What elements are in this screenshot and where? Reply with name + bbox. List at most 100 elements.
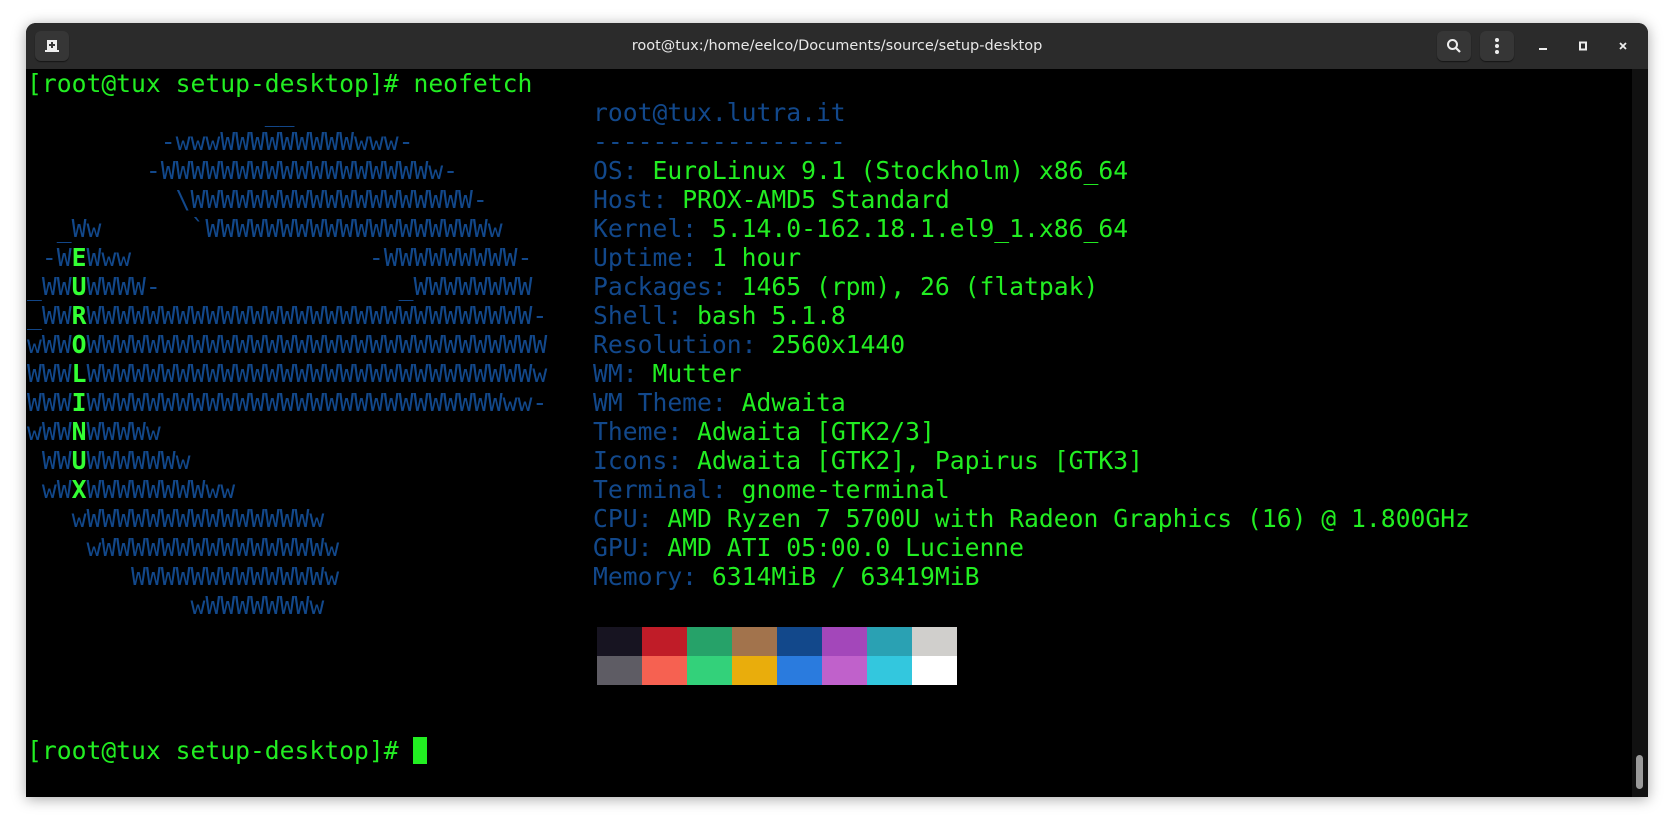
info-line: Uptime: 1 hour (593, 243, 801, 272)
info-label: Memory: (593, 562, 698, 591)
info-line: Packages: 1465 (rpm), 26 (flatpak) (593, 272, 1098, 301)
logo-letter: O (71, 330, 87, 359)
logo-row: __ (27, 98, 295, 127)
logo-text: wWW (27, 417, 72, 446)
logo-row: _Ww `WWWWWWWWWWWWWWWWWWWw (27, 214, 503, 243)
info-value: EuroLinux 9.1 (Stockholm) x86_64 (637, 156, 1129, 185)
color-swatch (867, 627, 912, 656)
terminal-output[interactable]: [root@tux setup-desktop]# neofetch __ -w… (26, 69, 1632, 797)
color-swatch (912, 656, 957, 685)
info-value: gnome-terminal (726, 475, 950, 504)
info-value: 1 hour (697, 243, 802, 272)
info-value: 6314MiB / 63419MiB (697, 562, 980, 591)
logo-text: wWW (27, 330, 72, 359)
logo-row: wWWWWWWWw (27, 591, 324, 620)
prompt: [root@tux setup-desktop]# (27, 736, 414, 765)
logo-text: WWWWWWWWWWWWWWWWWWWWWWWWWWWWww- (86, 388, 548, 417)
logo-text: -W (27, 243, 72, 272)
info-value: bash 5.1.8 (682, 301, 846, 330)
logo-letter: U (71, 446, 87, 475)
info-value: 5.14.0-162.18.1.el9_1.x86_64 (697, 214, 1129, 243)
close-icon (1619, 42, 1627, 50)
logo-row: wWWWWWWWWWWWWWWWw (27, 504, 325, 533)
logo-letter: N (71, 417, 87, 446)
logo-row: WWWWWWWWWWWWWw (27, 562, 339, 591)
terminal-window: root@tux:/home/eelco/Documents/source/se… (26, 23, 1648, 797)
info-value: PROX-AMD5 Standard (667, 185, 950, 214)
logo-row: -wwwWWWWWWWWWwww- (27, 127, 414, 156)
logo-row: \WWWWWWWWWWWWWWWWWWW- (27, 185, 488, 214)
prompt: [root@tux setup-desktop]# (27, 69, 414, 98)
new-tab-button[interactable] (35, 31, 69, 61)
color-swatch (642, 627, 687, 656)
minimize-icon (1539, 48, 1547, 50)
new-tab-icon (45, 40, 59, 52)
info-line: Resolution: 2560x1440 (593, 330, 905, 359)
info-line: Host: PROX-AMD5 Standard (593, 185, 950, 214)
logo-letter: L (71, 359, 87, 388)
logo-text: WWWWWWWWWWWWWWWWWWWWWWWWWWWWWW- (86, 301, 548, 330)
logo-text: -wwwWWWWWWWWWwww- (27, 127, 414, 156)
logo-text: Www -WWWWWWWWW- (86, 243, 533, 272)
logo-row: WWUWWWWWWw (27, 446, 191, 475)
logo-text: _Ww `WWWWWWWWWWWWWWWWWWWw (27, 214, 503, 243)
logo-row: _WWRWWWWWWWWWWWWWWWWWWWWWWWWWWWWWW- (27, 301, 547, 330)
logo-text: _WW (27, 301, 72, 330)
info-line: Theme: Adwaita [GTK2/3] (593, 417, 935, 446)
color-swatch (822, 656, 867, 685)
logo-letter: I (71, 388, 87, 417)
color-swatch (867, 656, 912, 685)
info-label: Kernel: (593, 214, 698, 243)
info-value: Mutter (637, 359, 742, 388)
scrollbar[interactable] (1632, 69, 1648, 797)
title-bar[interactable]: root@tux:/home/eelco/Documents/source/se… (26, 23, 1648, 70)
info-value: 1465 (rpm), 26 (flatpak) (726, 272, 1099, 301)
info-label: WM Theme: (593, 388, 727, 417)
info-label: Shell: (593, 301, 683, 330)
color-swatch (822, 627, 867, 656)
info-label: Icons: (593, 446, 683, 475)
logo-row: _WWUWWWW- _WWWWWWWW (27, 272, 532, 301)
color-swatch (687, 627, 732, 656)
logo-text: WWWWWWw (86, 446, 191, 475)
info-value: AMD Ryzen 7 5700U with Radeon Graphics (… (652, 504, 1470, 533)
info-label: Theme: (593, 417, 683, 446)
info-value: Adwaita (726, 388, 846, 417)
logo-text: WWWWWWWWWWWWWw (27, 562, 340, 591)
input-line[interactable]: [root@tux setup-desktop]# (27, 736, 428, 765)
scrollbar-thumb[interactable] (1636, 755, 1643, 789)
color-swatch (597, 656, 642, 685)
color-swatch (732, 627, 777, 656)
search-button[interactable] (1437, 31, 1471, 61)
minimize-button[interactable] (1531, 34, 1555, 58)
window-title: root@tux:/home/eelco/Documents/source/se… (631, 38, 1043, 54)
logo-text: WWWWWWWWWWWWWWWWWWWWWWWWWWWWWWW (86, 330, 548, 359)
info-line: Memory: 6314MiB / 63419MiB (593, 562, 979, 591)
info-label: Host: (593, 185, 668, 214)
logo-row: WWWLWWWWWWWWWWWWWWWWWWWWWWWWWWWWWWw (27, 359, 547, 388)
logo-text: \WWWWWWWWWWWWWWWWWWW- (27, 185, 488, 214)
info-label: Packages: (593, 272, 727, 301)
logo-letter: E (71, 243, 87, 272)
logo-text: __ (27, 98, 295, 127)
info-line: CPU: AMD Ryzen 7 5700U with Radeon Graph… (593, 504, 1470, 533)
logo-row: wWXWWWWWWWWww (27, 475, 235, 504)
close-button[interactable] (1611, 34, 1635, 58)
logo-text: WWW (27, 388, 72, 417)
logo-letter: X (71, 475, 87, 504)
maximize-button[interactable] (1571, 34, 1595, 58)
logo-text: wW (27, 475, 72, 504)
logo-row: WWWIWWWWWWWWWWWWWWWWWWWWWWWWWWWWww- (27, 388, 547, 417)
logo-row: wWWOWWWWWWWWWWWWWWWWWWWWWWWWWWWWWWW (27, 330, 547, 359)
color-swatch (912, 627, 957, 656)
info-value: 2560x1440 (756, 330, 906, 359)
color-swatch (732, 656, 777, 685)
menu-button[interactable] (1480, 31, 1514, 61)
logo-text: WWWWWWWWww (86, 475, 236, 504)
info-value: AMD ATI 05:00.0 Lucienne (652, 533, 1025, 562)
color-swatch (687, 656, 732, 685)
logo-letter: R (71, 301, 87, 330)
user-host: root@tux.lutra.it (593, 98, 846, 127)
info-label: OS: (593, 156, 638, 185)
info-line: Terminal: gnome-terminal (593, 475, 950, 504)
